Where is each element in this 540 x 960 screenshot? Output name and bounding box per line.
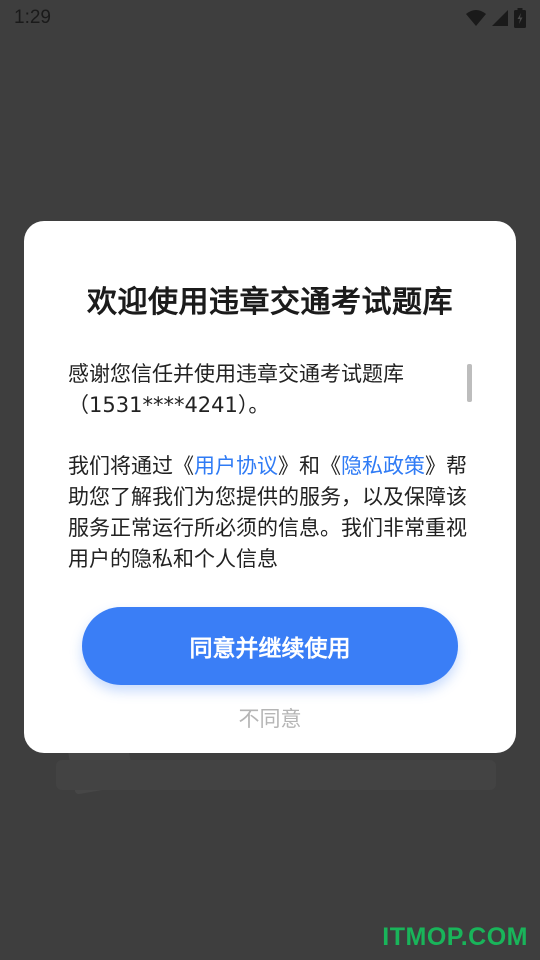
scrollbar[interactable] (467, 364, 472, 402)
privacy-consent-dialog: 欢迎使用违章交通考试题库 感谢您信任并使用违章交通考试题库 （1531****42… (24, 221, 516, 753)
policy-text-middle: 》和《 (278, 454, 341, 478)
wifi-icon (466, 10, 486, 26)
privacy-policy-link[interactable]: 隐私政策 (341, 454, 425, 478)
thanks-text: 感谢您信任并使用违章交通考试题库 (68, 362, 404, 386)
user-agreement-link[interactable]: 用户协议 (194, 454, 278, 478)
status-time: 1:29 (14, 7, 51, 28)
battery-icon (514, 8, 526, 28)
agree-continue-button[interactable]: 同意并继续使用 (82, 607, 458, 685)
watermark-logo: ITMOP.COM (382, 923, 528, 951)
cellular-signal-icon (492, 10, 508, 26)
policy-text-before: 我们将通过《 (68, 454, 194, 478)
policy-paragraph: 我们将通过《用户协议》和《隐私政策》帮助您了解我们为您提供的服务，以及保障该服务… (68, 451, 468, 569)
background-shelf (56, 760, 496, 790)
status-icons (466, 8, 526, 28)
disagree-button[interactable]: 不同意 (24, 703, 516, 733)
thanks-paragraph: 感谢您信任并使用违章交通考试题库 （1531****4241）。 (68, 359, 468, 421)
dialog-scroll-content[interactable]: 感谢您信任并使用违章交通考试题库 （1531****4241）。 我们将通过《用户… (68, 359, 468, 569)
dialog-title: 欢迎使用违章交通考试题库 (87, 285, 453, 320)
account-number: （1531****4241）。 (68, 393, 270, 417)
status-bar: 1:29 (0, 0, 540, 36)
